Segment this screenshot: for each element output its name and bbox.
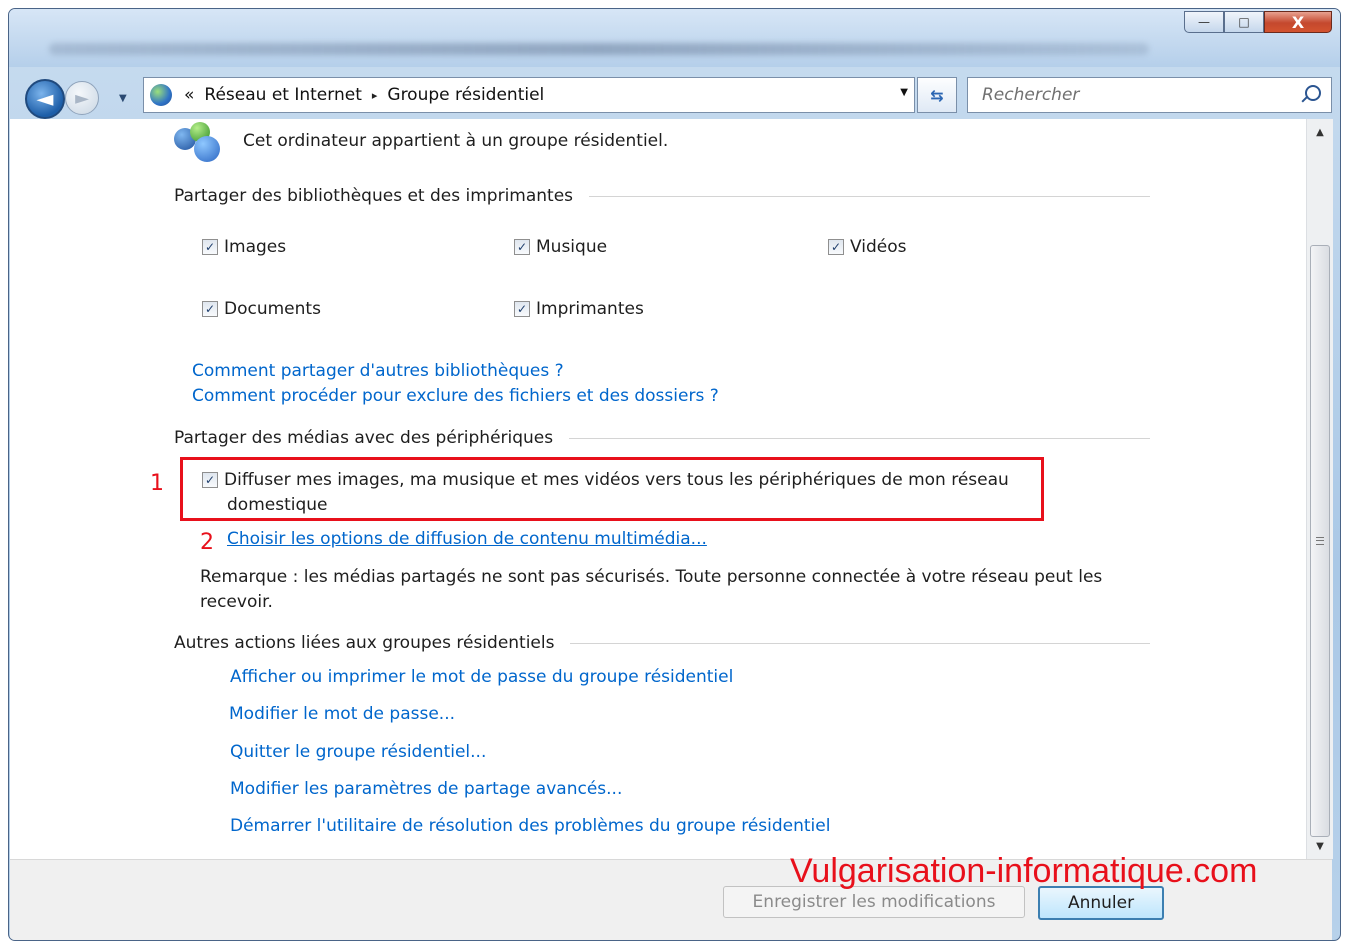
annotation-marker-2: 2 (200, 530, 214, 555)
address-bar[interactable]: « Réseau et Internet ▸ Groupe résidentie… (143, 77, 915, 113)
search-icon[interactable] (1305, 85, 1321, 101)
breadcrumb-overflow[interactable]: « (184, 85, 194, 105)
scroll-down-icon[interactable]: ▼ (1307, 835, 1333, 857)
search-box[interactable]: Rechercher (967, 77, 1332, 113)
address-dropdown-icon[interactable]: ▼ (900, 87, 908, 98)
search-placeholder: Rechercher (982, 85, 1080, 105)
share-section-heading: Partager des bibliothèques et des imprim… (174, 186, 1150, 206)
breadcrumb-item-homegroup[interactable]: Groupe résidentiel (387, 85, 544, 105)
checkbox-check-icon[interactable]: ✓ (202, 301, 218, 317)
close-button[interactable]: X (1264, 11, 1332, 33)
checkbox-check-icon[interactable]: ✓ (202, 239, 218, 255)
media-streaming-options-link[interactable]: Choisir les options de diffusion de cont… (227, 529, 707, 549)
recent-pages-dropdown-icon[interactable]: ▼ (119, 93, 127, 104)
vertical-scrollbar[interactable]: ▲ ▼ (1306, 119, 1333, 859)
homegroup-status-text: Cet ordinateur appartient à un groupe ré… (243, 131, 669, 151)
media-section-heading: Partager des médias avec des périphériqu… (174, 428, 1150, 448)
leave-homegroup-link[interactable]: Quitter le groupe résidentiel... (230, 742, 486, 762)
show-password-link[interactable]: Afficher ou imprimer le mot de passe du … (230, 667, 733, 687)
homegroup-icon (174, 122, 230, 162)
images-checkbox[interactable]: ✓ Images (202, 237, 286, 257)
checkbox-label: Documents (224, 299, 321, 319)
advanced-sharing-settings-link[interactable]: Modifier les paramètres de partage avanc… (230, 779, 622, 799)
stream-media-checkbox[interactable]: ✓ Diffuser mes images, ma musique et mes … (202, 470, 1009, 490)
stream-media-label-line2: domestique (227, 495, 328, 515)
watermark-text: Vulgarisation-informatique.com (790, 852, 1258, 890)
window-controls: — □ X (1184, 11, 1332, 33)
printers-checkbox[interactable]: ✓ Imprimantes (514, 299, 644, 319)
share-section-title: Partager des bibliothèques et des imprim… (174, 186, 574, 206)
checkbox-label: Imprimantes (536, 299, 644, 319)
section-divider (589, 195, 1150, 197)
scroll-up-icon[interactable]: ▲ (1307, 121, 1333, 143)
checkbox-check-icon[interactable]: ✓ (828, 239, 844, 255)
other-actions-title: Autres actions liées aux groupes résiden… (174, 633, 555, 653)
maximize-button[interactable]: □ (1224, 11, 1264, 33)
refresh-icon: ⇆ (930, 85, 944, 105)
refresh-button[interactable]: ⇆ (917, 77, 957, 113)
breadcrumb: « Réseau et Internet ▸ Groupe résidentie… (184, 85, 544, 105)
navigation-bar: ◄ ► ▼ « Réseau et Internet ▸ Groupe rési… (9, 67, 1340, 119)
music-checkbox[interactable]: ✓ Musique (514, 237, 607, 257)
documents-checkbox[interactable]: ✓ Documents (202, 299, 321, 319)
troubleshooter-link[interactable]: Démarrer l'utilitaire de résolution des … (230, 816, 830, 836)
forward-button[interactable]: ► (65, 81, 99, 115)
cancel-button[interactable]: Annuler (1038, 886, 1164, 920)
back-arrow-icon: ◄ (36, 86, 54, 112)
checkbox-label: Vidéos (850, 237, 907, 257)
scroll-thumb[interactable] (1310, 245, 1330, 837)
breadcrumb-item-network[interactable]: Réseau et Internet (204, 85, 361, 105)
section-divider (569, 437, 1150, 439)
security-note-line1: Remarque : les médias partagés ne sont p… (200, 567, 1103, 587)
annotation-marker-1: 1 (150, 471, 164, 496)
minimize-button[interactable]: — (1184, 11, 1224, 33)
change-password-link[interactable]: Modifier le mot de passe... (229, 704, 455, 724)
stream-media-label-line1: Diffuser mes images, ma musique et mes v… (224, 470, 1009, 490)
checkbox-check-icon[interactable]: ✓ (514, 301, 530, 317)
grip-icon (1316, 537, 1324, 545)
back-button[interactable]: ◄ (25, 79, 65, 119)
network-icon (150, 84, 172, 106)
security-note-line2: recevoir. (200, 592, 273, 612)
blurred-title (49, 43, 1149, 55)
media-section-title: Partager des médias avec des périphériqu… (174, 428, 554, 448)
checkbox-label: Images (224, 237, 287, 257)
checkbox-label: Musique (536, 237, 608, 257)
forward-arrow-icon: ► (75, 87, 89, 109)
title-bar[interactable]: — □ X (9, 9, 1340, 67)
checkbox-check-icon[interactable]: ✓ (514, 239, 530, 255)
checkbox-check-icon[interactable]: ✓ (202, 472, 218, 488)
breadcrumb-separator-icon[interactable]: ▸ (372, 89, 378, 102)
videos-checkbox[interactable]: ✓ Vidéos (828, 237, 907, 257)
other-actions-heading: Autres actions liées aux groupes résiden… (174, 633, 1150, 653)
share-other-libraries-link[interactable]: Comment partager d'autres bibliothèques … (192, 361, 564, 381)
section-divider (570, 642, 1150, 644)
exclude-files-link[interactable]: Comment procéder pour exclure des fichie… (192, 386, 719, 406)
